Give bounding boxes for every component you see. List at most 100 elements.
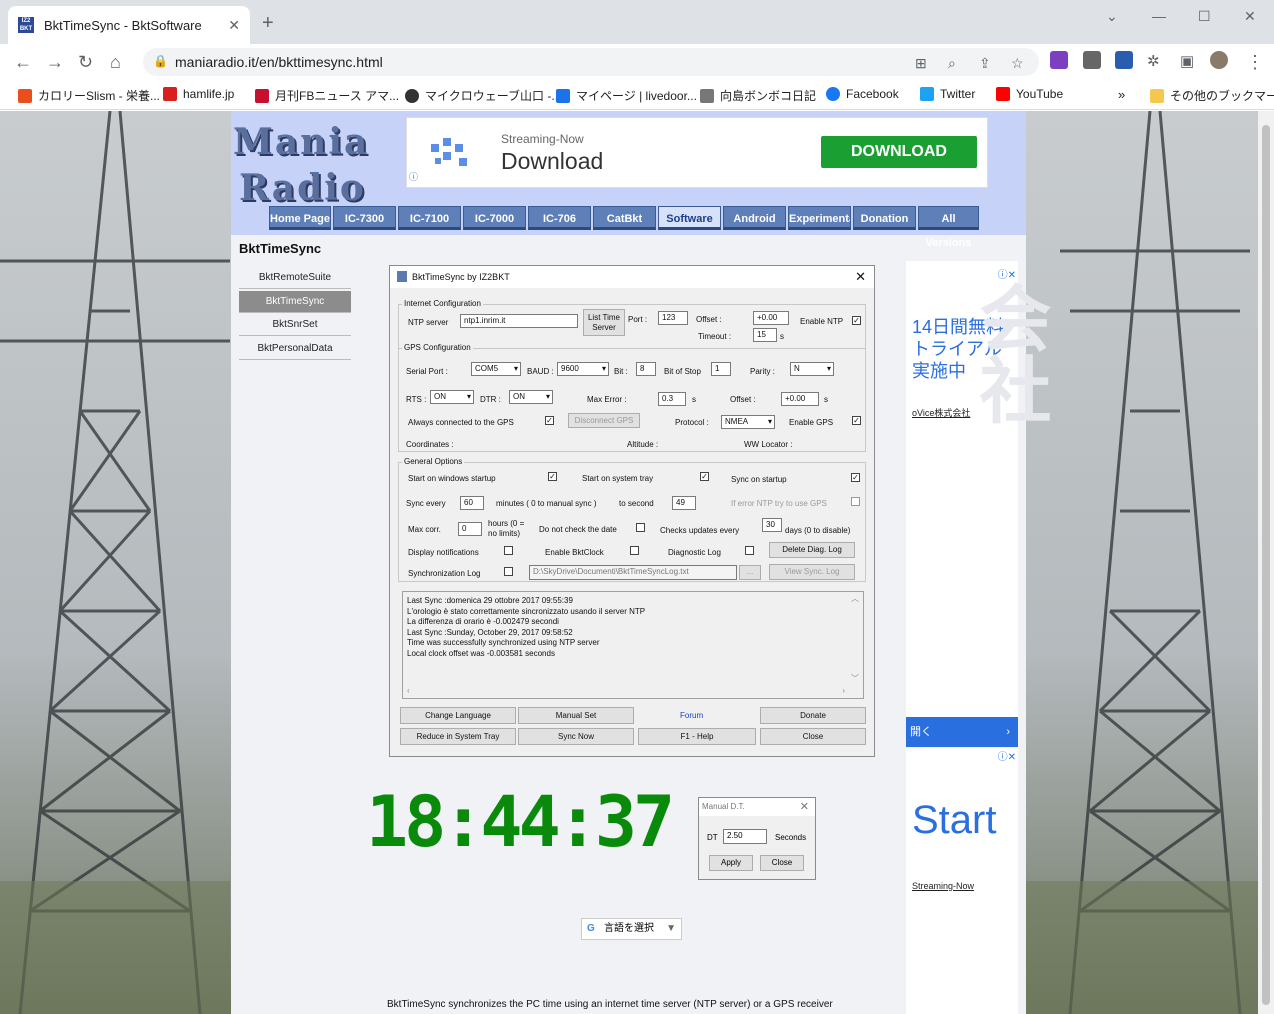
share-icon[interactable]: ⇪ — [979, 55, 991, 72]
protocol-label: Protocol : — [675, 418, 709, 427]
manual-dt-window: Manual D.T. ✕ DT 2.50 Seconds Apply Clos… — [698, 797, 816, 880]
menu-ic7300[interactable]: IC-7300 — [333, 206, 396, 230]
bookmark-item[interactable]: Facebook — [826, 87, 899, 101]
menu-ic7100[interactable]: IC-7100 — [398, 206, 461, 230]
apply-button: Apply — [709, 855, 753, 871]
forward-icon[interactable]: → — [46, 52, 64, 73]
chevron-down-icon[interactable]: ⌄ — [1106, 8, 1118, 25]
bookmark-label: YouTube — [1016, 87, 1064, 101]
url-text: maniaradio.it/en/bkttimesync.html — [175, 54, 383, 70]
start-tray-checkbox: ✓ — [700, 472, 709, 481]
always-connected-checkbox: ✓ — [545, 416, 554, 425]
livedoor-icon — [556, 88, 570, 103]
browser-tab[interactable]: IZ2 BKT BktTimeSync - BktSoftware ✕ — [8, 6, 250, 44]
menu-donation[interactable]: Donation — [853, 206, 916, 230]
google-translate-widget[interactable]: G 言語を選択 ▼ — [581, 918, 682, 940]
bookmark-item[interactable]: マイページ | livedoor... — [556, 87, 697, 104]
menu-home[interactable]: Home Page — [269, 206, 331, 230]
browser-tabstrip: IZ2 BKT BktTimeSync - BktSoftware ✕ + ⌄ … — [0, 0, 1274, 44]
close-window-icon[interactable]: ✕ — [1244, 8, 1256, 25]
display-notifications-checkbox — [504, 546, 513, 555]
scrollbar-thumb[interactable] — [1262, 125, 1270, 1005]
ad-right-bottom[interactable]: ⓘ✕ Start Streaming-Now — [906, 748, 1018, 1014]
port-input: 123 — [658, 311, 688, 325]
site-container: Mania Radio ⓘ Streaming-Now Download DOW… — [231, 111, 1048, 1014]
sidebar-item-bktremotesuite[interactable]: BktRemoteSuite — [239, 267, 351, 289]
menu-android[interactable]: Android — [723, 206, 786, 230]
enable-ntp-checkbox: ✓ — [852, 316, 861, 325]
bookmark-item[interactable]: hamlife.jp — [163, 87, 234, 101]
menu-experimental[interactable]: Experimental — [788, 206, 851, 230]
sidebar-item-bktsnrset[interactable]: BktSnrSet — [239, 314, 351, 336]
sync-now-button: Sync Now — [518, 728, 634, 745]
sidepanel-icon[interactable]: ▣ — [1180, 52, 1194, 70]
close-tab-icon[interactable]: ✕ — [228, 17, 240, 34]
site-logo[interactable]: Mania Radio — [233, 119, 369, 211]
maximize-icon[interactable]: ☐ — [1198, 8, 1211, 25]
extension-icon[interactable] — [1083, 51, 1101, 69]
menu-icon[interactable]: ⋮ — [1246, 52, 1264, 73]
bookmark-item[interactable]: YouTube — [996, 87, 1063, 101]
ad-small-text: Streaming-Now — [501, 132, 584, 146]
adchoices-icon[interactable]: ⓘ✕ — [998, 748, 1016, 763]
sync-log-checkbox — [504, 567, 513, 576]
address-bar[interactable]: 🔒 maniaradio.it/en/bkttimesync.html ⊞ ⌕ … — [143, 48, 1039, 76]
bookmark-label: 向島ボンボコ日記 — [720, 89, 817, 103]
puzzle-icon[interactable]: ✲ — [1147, 52, 1160, 70]
disconnect-gps-button: Disconnect GPS — [568, 413, 640, 428]
menu-ic706[interactable]: IC-706 — [528, 206, 591, 230]
bookmark-item[interactable]: 向島ボンボコ日記 — [700, 87, 816, 104]
bookmarks-more[interactable]: » — [1118, 87, 1125, 102]
enable-bktclock-checkbox — [630, 546, 639, 555]
page-scrollbar[interactable] — [1258, 111, 1274, 1014]
scroll-up-icon: ︿ — [851, 594, 859, 603]
extension-icon-2[interactable] — [1115, 51, 1133, 69]
menu-ic7000[interactable]: IC-7000 — [463, 206, 526, 230]
tab-title: BktTimeSync - BktSoftware — [44, 17, 202, 33]
log-line: L'orologio è stato correttamente sincron… — [407, 606, 646, 616]
max-error-label: Max Error : — [587, 395, 627, 404]
logo-line2: Radio — [239, 167, 366, 209]
sidebar-item-bkttimesync[interactable]: BktTimeSync — [239, 291, 351, 313]
sync-every-input: 60 — [460, 496, 484, 510]
lock-icon[interactable]: 🔒 — [153, 54, 168, 68]
main-menu: Home Page IC-7300 IC-7100 IC-7000 IC-706… — [269, 206, 981, 249]
bookmark-item[interactable]: マイクロウェーブ山口 -... — [405, 87, 561, 104]
translate-icon[interactable]: ⊞ — [915, 55, 927, 72]
menu-software[interactable]: Software — [658, 206, 721, 230]
bookmark-item[interactable]: カロリーSlism - 栄養... — [18, 87, 160, 104]
bookmark-item[interactable]: Twitter — [920, 87, 975, 101]
bookmark-label: hamlife.jp — [183, 87, 235, 101]
serial-port-label: Serial Port : — [406, 367, 448, 376]
home-icon[interactable]: ⌂ — [110, 52, 121, 73]
ad-banner-top[interactable]: ⓘ Streaming-Now Download DOWNLOAD — [406, 117, 988, 188]
dtr-label: DTR : — [480, 395, 501, 404]
ad-download-button[interactable]: DOWNLOAD — [821, 136, 977, 168]
star-icon[interactable]: ☆ — [1011, 55, 1024, 72]
onenote-icon[interactable] — [1050, 51, 1068, 69]
diagnostic-log-label: Diagnostic Log — [668, 548, 721, 557]
adchoices-icon[interactable]: ⓘ — [409, 170, 418, 183]
ad-right-top[interactable]: ⓘ✕ 14日間無料 トライアル 実施中 oVice株式会社 会社 開く › — [906, 261, 1048, 747]
no-check-date-label: Do not check the date — [539, 525, 617, 534]
zoom-icon[interactable]: ⌕ — [948, 55, 956, 72]
list-time-server-button: List Time Server — [583, 309, 625, 336]
new-tab-icon[interactable]: + — [262, 12, 274, 35]
bookmark-item[interactable]: 月刊FBニュース アマ... — [255, 87, 399, 104]
profile-avatar[interactable] — [1210, 51, 1228, 69]
back-icon[interactable]: ← — [14, 52, 32, 73]
menu-catbkt[interactable]: CatBkt — [593, 206, 656, 230]
reload-icon[interactable]: ↻ — [78, 52, 93, 73]
ww-locator-label: WW Locator : — [744, 440, 793, 449]
minimize-icon[interactable]: — — [1152, 8, 1166, 24]
adchoices-icon[interactable]: ⓘ✕ — [998, 266, 1016, 281]
general-options-label: General Options — [402, 457, 465, 466]
other-bookmarks[interactable]: その他のブックマーク — [1150, 87, 1274, 104]
if-error-label: If error NTP try to use GPS — [731, 499, 827, 508]
ntp-server-input: ntp1.inrim.it — [460, 314, 578, 328]
menu-all-versions[interactable]: All Versions — [918, 206, 979, 249]
ad-open-button[interactable]: 開く › — [906, 717, 1018, 747]
rts-select: ON — [430, 390, 474, 404]
sidebar-item-bktpersonaldata[interactable]: BktPersonalData — [239, 338, 351, 360]
offset-label: Offset : — [696, 315, 722, 324]
